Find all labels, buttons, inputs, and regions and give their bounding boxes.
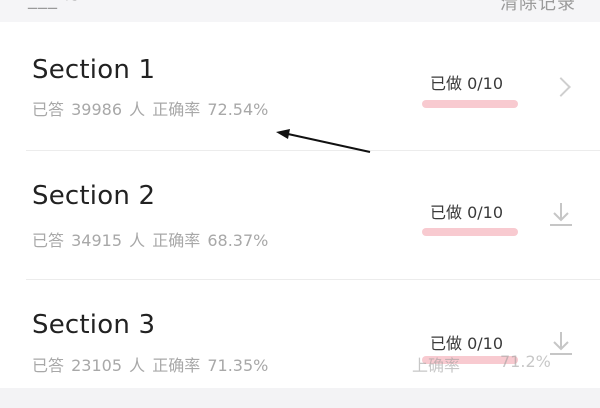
download-icon[interactable] [546, 199, 576, 229]
answered-label: 已答 [32, 100, 65, 119]
progress-status: 已做 0/10 [430, 334, 504, 353]
header-left-text: ___ ~ [28, 0, 81, 10]
answered-count: 39986 [71, 100, 123, 119]
progress-status: 已做 0/10 [430, 203, 504, 222]
accuracy-label: 正确率 [152, 231, 201, 250]
section-row-2[interactable]: Section 2 已答 34915 人 正确率 68.37% 已做 0/10 [0, 151, 600, 279]
overlay-accuracy-label: 上确率 [412, 356, 461, 375]
accuracy-value: 72.54% [207, 100, 269, 119]
progress-underline [422, 100, 518, 108]
section-title: Section 3 [32, 310, 156, 340]
section-title: Section 2 [32, 181, 156, 211]
accuracy-label: 正确率 [152, 100, 201, 119]
top-strip: ___ ~ 清除记录 [0, 0, 600, 23]
section-list: Section 1 已答 39986 人 正确率 72.54% 已做 0/10 … [0, 22, 600, 388]
answered-count: 23105 [71, 356, 123, 375]
accuracy-label: 正确率 [152, 356, 201, 375]
clear-records-link[interactable]: 清除记录 [500, 0, 576, 15]
people-unit: 人 [129, 100, 146, 119]
people-unit: 人 [129, 356, 146, 375]
chevron-right-icon[interactable] [551, 77, 571, 97]
section-meta: 已答 23105 人 正确率 71.35% [32, 352, 268, 376]
accuracy-value: 71.35% [207, 356, 269, 375]
progress-status: 已做 0/10 [430, 74, 504, 93]
answered-label: 已答 [32, 231, 65, 250]
overlay-accuracy-value: 71.2% [500, 352, 551, 371]
section-meta: 已答 39986 人 正确率 72.54% [32, 96, 268, 120]
section-title: Section 1 [32, 55, 156, 85]
answered-label: 已答 [32, 356, 65, 375]
people-unit: 人 [129, 231, 146, 250]
section-row-3[interactable]: Section 3 已答 23105 人 正确率 71.35% 已做 0/10 … [0, 280, 600, 408]
accuracy-value: 68.37% [207, 231, 269, 250]
answered-count: 34915 [71, 231, 123, 250]
progress-underline [422, 228, 518, 236]
annotation-arrow [276, 129, 371, 153]
section-meta: 已答 34915 人 正确率 68.37% [32, 227, 268, 251]
